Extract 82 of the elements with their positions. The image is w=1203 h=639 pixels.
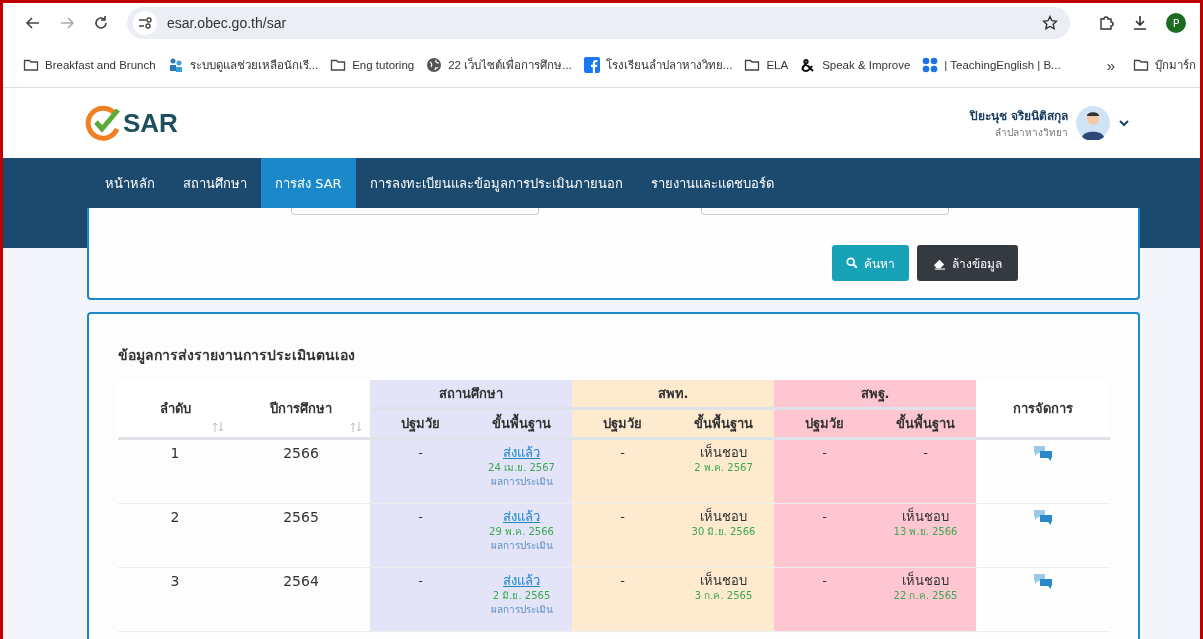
table-cell: 2	[118, 503, 232, 568]
column-header: ปฐมวัย	[572, 408, 673, 439]
puzzle-icon[interactable]	[1098, 15, 1114, 31]
status-text: เห็นชอบ	[902, 509, 949, 526]
bookmark-item[interactable]: โรงเรียนลำปลาหางวิทย...	[583, 56, 733, 74]
folder-icon	[1133, 57, 1149, 73]
user-avatar-icon[interactable]	[1076, 106, 1110, 140]
input-field[interactable]	[291, 208, 539, 215]
chevron-down-icon[interactable]	[1118, 117, 1130, 129]
globe-icon	[426, 57, 443, 73]
nav-tab[interactable]: การส่ง SAR	[261, 158, 356, 208]
table-cell: -	[822, 445, 827, 462]
table-cell: -	[620, 573, 625, 590]
table-cell: -	[822, 573, 827, 590]
table-cell: -	[418, 509, 423, 526]
status-text: เห็นชอบ	[700, 573, 747, 590]
status-text: เห็นชอบ	[700, 445, 747, 462]
chat-bubbles-icon[interactable]	[1033, 445, 1053, 461]
folder-icon	[23, 57, 39, 73]
logo-text: SAR	[123, 107, 178, 139]
table-cell: -	[620, 509, 625, 526]
bookmark-item[interactable]: | TeachingEnglish | B...	[922, 57, 1061, 73]
all-bookmarks-item[interactable]: บุ๊กมาร์ก	[1133, 56, 1196, 74]
group-header: สพฐ.	[774, 380, 976, 409]
chat-bubbles-icon[interactable]	[1033, 573, 1053, 589]
date-text: 29 พ.ค. 2566	[489, 526, 554, 539]
bookmark-item[interactable]: Breakfast and Brunch	[23, 57, 156, 73]
facebook-icon	[583, 57, 600, 73]
date-text: 22 ก.ค. 2565	[893, 590, 958, 603]
user-name: ปิยะนุช จริยนิติสกุล	[969, 108, 1068, 125]
input-field[interactable]	[701, 208, 949, 215]
column-header: ขั้นพื้นฐาน	[875, 408, 976, 439]
table-cell: 3	[118, 567, 232, 632]
search-icon	[846, 257, 858, 269]
people-icon	[167, 57, 184, 73]
table-cell: 1	[118, 438, 232, 504]
bookmark-item[interactable]: Speak & Improve	[800, 57, 911, 73]
group-header: สถานศึกษา	[370, 380, 572, 409]
status-text: เห็นชอบ	[902, 573, 949, 590]
bookmark-item[interactable]: ระบบดูแลช่วยเหลือนักเรี...	[167, 56, 319, 74]
date-text: 3 ก.ค. 2565	[694, 590, 753, 603]
more-bookmarks-button[interactable]: »	[1100, 56, 1121, 74]
table-cell: -	[923, 445, 928, 462]
date-text: 2 พ.ค. 2567	[694, 462, 753, 475]
column-header: การจัดการ	[976, 380, 1110, 439]
group-header: สพท.	[572, 380, 774, 409]
profile-avatar[interactable]: P	[1166, 13, 1186, 33]
table-title: ข้อมูลการส่งรายงานการประเมินตนเอง	[118, 346, 356, 366]
nav-tab[interactable]: รายงานและแดชบอร์ด	[636, 158, 788, 208]
nav-tab[interactable]: การลงทะเบียนและข้อมูลการประเมินภายนอก	[355, 158, 637, 208]
bookmark-item[interactable]: 22 เว็บไซต์เพื่อการศึกษ...	[426, 56, 572, 74]
date-text: 13 พ.ย. 2566	[893, 526, 958, 539]
bookmark-item[interactable]: ELA	[744, 57, 789, 73]
site-settings-icon[interactable]	[133, 11, 157, 35]
reload-icon[interactable]	[93, 15, 109, 31]
address-bar[interactable]: esar.obec.go.th/sar	[127, 7, 1070, 39]
chat-bubbles-icon[interactable]	[1033, 509, 1053, 525]
nav-tab[interactable]: หน้าหลัก	[91, 158, 169, 208]
folder-icon	[330, 57, 347, 73]
column-header: ขั้นพื้นฐาน	[471, 408, 572, 439]
column-header: ปฐมวัย	[774, 408, 875, 439]
date-text: 24 เม.ย. 2567	[488, 462, 555, 475]
table-cell: -	[822, 509, 827, 526]
folder-icon	[744, 57, 761, 73]
column-header: ปฐมวัย	[370, 408, 471, 439]
table-cell: -	[418, 573, 423, 590]
date-text: 2 มิ.ย. 2565	[492, 590, 551, 603]
download-icon[interactable]	[1132, 15, 1148, 31]
clear-button[interactable]: ล้างข้อมูล	[917, 245, 1018, 281]
table-cell: -	[620, 445, 625, 462]
back-arrow-icon[interactable]	[25, 15, 41, 31]
check-circle-logo-icon	[85, 105, 121, 141]
bookmark-item[interactable]: Eng tutoring	[330, 57, 415, 73]
four-dots-icon	[922, 57, 939, 73]
column-header: ขั้นพื้นฐาน	[673, 408, 774, 439]
table-cell: -	[418, 445, 423, 462]
column-header[interactable]: ปีการศึกษา	[232, 380, 370, 439]
status-text: เห็นชอบ	[700, 509, 747, 526]
nav-tab[interactable]: สถานศึกษา	[169, 158, 261, 208]
date-text: 30 มิ.ย. 2566	[691, 526, 756, 539]
star-icon[interactable]	[1042, 15, 1058, 31]
user-school: ลำปลาหางวิทยา	[995, 126, 1068, 140]
